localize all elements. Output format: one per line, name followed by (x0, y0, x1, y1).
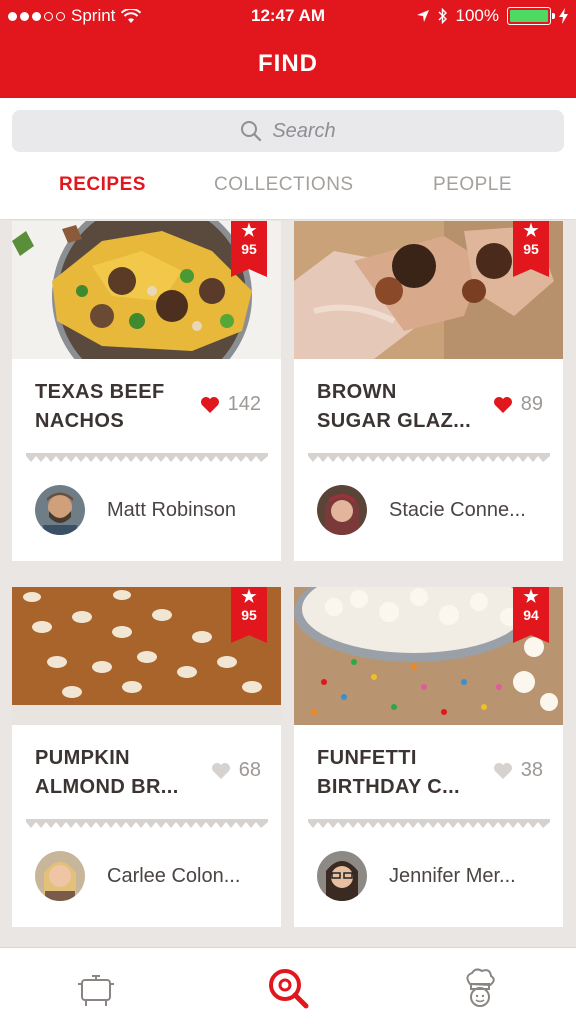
search-icon (241, 121, 262, 142)
recipe-author[interactable]: Jennifer Mer... (317, 851, 516, 901)
recipe-title: BROWN SUGAR GLAZ... (317, 381, 472, 432)
score-ribbon: ★ 94 (513, 587, 549, 643)
score-value: 95 (241, 607, 257, 623)
search-input[interactable]: Search (12, 110, 564, 152)
heart-icon[interactable] (211, 762, 231, 780)
page-title: FIND (258, 50, 318, 77)
score-value: 94 (523, 607, 539, 623)
author-name: Carlee Colon... (107, 864, 241, 887)
author-name: Stacie Conne... (389, 498, 526, 521)
like-count[interactable]: 142 (200, 393, 261, 416)
like-count-value: 142 (227, 393, 261, 415)
location-arrow-icon (416, 10, 429, 22)
score-ribbon: ★ 95 (513, 221, 549, 277)
recipe-author[interactable]: Matt Robinson (35, 485, 236, 535)
battery-percent: 100% (455, 6, 499, 25)
star-icon: ★ (523, 221, 539, 240)
recipe-card[interactable]: ★ 95 BROWN SUGAR GLAZ... 89 Stacie Conne… (294, 221, 563, 561)
recipe-title: PUMPKIN ALMOND BR... (35, 747, 179, 798)
score-ribbon: ★ 95 (231, 221, 267, 277)
avatar[interactable] (317, 851, 367, 901)
cooking-pot-icon[interactable] (74, 966, 118, 1010)
avatar[interactable] (35, 485, 85, 535)
bottom-tab-bar (0, 947, 576, 1024)
recipe-author[interactable]: Stacie Conne... (317, 485, 526, 535)
heart-icon[interactable] (493, 762, 513, 780)
zigzag-divider (26, 453, 268, 462)
heart-icon[interactable] (493, 396, 513, 414)
chef-profile-icon[interactable] (458, 966, 502, 1010)
recipe-card[interactable]: ★ 95 TEXAS BEEF NACHOS 142 Matt Robinson (12, 221, 281, 561)
recipe-card[interactable]: ★ 95 PUMPKIN ALMOND BR... 68 Carlee Colo… (12, 587, 281, 927)
avatar[interactable] (317, 485, 367, 535)
author-name: Jennifer Mer... (389, 864, 516, 887)
avatar[interactable] (35, 851, 85, 901)
like-count-value: 89 (520, 393, 543, 415)
tab-people[interactable]: PEOPLE (433, 174, 512, 196)
star-icon: ★ (523, 587, 539, 606)
like-count[interactable]: 38 (493, 759, 543, 782)
battery-icon (507, 7, 555, 25)
segment-tabs: RECIPES COLLECTIONS PEOPLE (0, 174, 576, 220)
like-count-value: 38 (520, 759, 543, 781)
recipe-title: TEXAS BEEF NACHOS (35, 381, 165, 432)
heart-icon[interactable] (200, 396, 220, 414)
like-count-value: 68 (238, 759, 261, 781)
score-ribbon: ★ 95 (231, 587, 267, 643)
score-value: 95 (523, 241, 539, 257)
zigzag-divider (26, 819, 268, 828)
tab-collections[interactable]: COLLECTIONS (214, 174, 354, 196)
search-placeholder: Search (272, 119, 336, 142)
recipe-title: FUNFETTI BIRTHDAY C... (317, 747, 461, 798)
like-count[interactable]: 89 (493, 393, 543, 416)
recipe-author[interactable]: Carlee Colon... (35, 851, 240, 901)
star-icon: ★ (241, 587, 257, 606)
recipe-card[interactable]: ★ 94 FUNFETTI BIRTHDAY C... 38 Jennifer … (294, 587, 563, 927)
charging-bolt-icon (559, 8, 568, 24)
like-count[interactable]: 68 (211, 759, 261, 782)
score-value: 95 (241, 241, 257, 257)
bluetooth-icon (438, 7, 447, 25)
app-header: Sprint 12:47 AM 100% FIND (0, 0, 576, 98)
zigzag-divider (308, 453, 550, 462)
zigzag-divider (308, 819, 550, 828)
search-and-tabs: Search RECIPES COLLECTIONS PEOPLE (0, 98, 576, 220)
star-icon: ★ (241, 221, 257, 240)
tab-recipes[interactable]: RECIPES (59, 174, 146, 196)
find-search-icon[interactable] (266, 966, 310, 1010)
status-bar: Sprint 12:47 AM 100% (0, 0, 576, 32)
author-name: Matt Robinson (107, 498, 236, 521)
